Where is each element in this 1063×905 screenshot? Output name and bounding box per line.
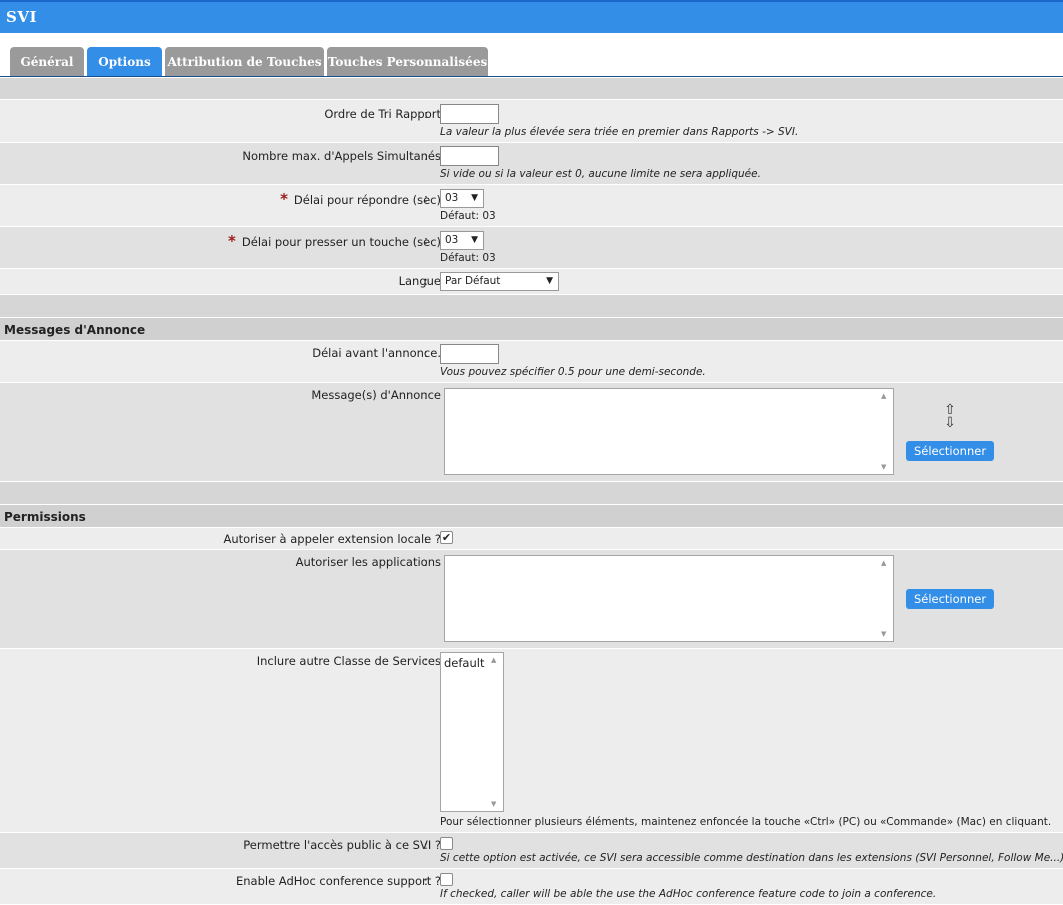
scrollbar[interactable]: ▲ ▼: [878, 556, 893, 641]
class-of-service-listbox[interactable]: default ▲ ▼: [440, 652, 504, 812]
adhoc-label: Enable AdHoc conference support ?: [235, 874, 441, 888]
form-row-announce-delay: Délai avant l'annonce. : Vous pouvez spé…: [0, 341, 1063, 383]
tab-key-assignment[interactable]: Attribution de Touches: [165, 47, 324, 76]
form-row-public-access: Permettre l'accès public à ce SVI ? : Si…: [0, 833, 1063, 869]
select-announcements-button[interactable]: Sélectionner: [906, 441, 994, 461]
language-label: Langue: [398, 274, 441, 288]
colon: :: [424, 233, 428, 247]
form-row-class-of-service: Inclure autre Classe de Services : defau…: [0, 649, 1063, 833]
announce-messages-label: Message(s) d'Annonce: [311, 388, 441, 402]
max-calls-help: Si vide ou si la valeur est 0, aucune li…: [440, 168, 761, 180]
page-title: SVI: [6, 8, 37, 26]
section-spacer: [0, 482, 1063, 505]
answer-delay-select[interactable]: 03 ▼: [440, 189, 484, 208]
tab-bar: Général Options Attribution de Touches T…: [0, 47, 1063, 77]
scroll-up-icon[interactable]: ▲: [491, 656, 496, 664]
scroll-down-icon[interactable]: ▼: [881, 630, 886, 638]
answer-delay-text: Délai pour répondre (sec): [293, 193, 441, 207]
chevron-down-icon: ▼: [471, 235, 478, 245]
chevron-down-icon: ▼: [471, 193, 478, 203]
key-delay-select[interactable]: 03 ▼: [440, 231, 484, 250]
form-row-language: Langue : Par Défaut ▼: [0, 269, 1063, 295]
public-access-checkbox[interactable]: [440, 837, 453, 850]
form-row-max-calls: Nombre max. d'Appels Simultanés : Si vid…: [0, 143, 1063, 185]
chevron-down-icon: ▼: [546, 276, 553, 286]
language-select[interactable]: Par Défaut ▼: [440, 272, 559, 291]
class-of-service-help: Pour sélectionner plusieurs éléments, ma…: [440, 816, 1052, 828]
colon: :: [424, 532, 428, 546]
colon: :: [424, 346, 428, 360]
scroll-down-icon[interactable]: ▼: [491, 800, 496, 808]
language-value: Par Défaut: [445, 275, 501, 287]
adhoc-checkbox[interactable]: [440, 873, 453, 886]
announce-delay-help: Vous pouvez spécifier 0.5 pour une demi-…: [440, 366, 706, 378]
form-row-key-delay: * Délai pour presser un touche (sec) : 03…: [0, 227, 1063, 269]
required-marker: *: [228, 232, 236, 250]
section-header-announcements: Messages d'Annonce: [0, 318, 1063, 341]
required-marker: *: [280, 190, 288, 208]
colon: :: [424, 191, 428, 205]
move-down-icon[interactable]: ⇩: [943, 416, 957, 430]
announce-delay-label: Délai avant l'annonce.: [312, 346, 441, 360]
answer-delay-value: 03: [445, 192, 459, 204]
form-row-applications: Autoriser les applications : ▲ ▼ Sélecti…: [0, 550, 1063, 649]
key-delay-value: 03: [445, 234, 459, 246]
sort-order-help: La valeur la plus élevée sera triée en p…: [440, 126, 799, 138]
adhoc-help: If checked, caller will be able the use …: [440, 888, 937, 900]
tab-general[interactable]: Général: [10, 47, 84, 76]
colon: :: [424, 149, 428, 163]
colon: :: [424, 838, 428, 852]
colon: :: [424, 654, 428, 668]
section-spacer: [0, 295, 1063, 318]
scroll-up-icon[interactable]: ▲: [881, 392, 886, 400]
local-extension-checkbox[interactable]: ✔: [440, 531, 453, 544]
colon: :: [424, 107, 428, 121]
colon: :: [424, 274, 428, 288]
list-option[interactable]: default: [444, 656, 484, 670]
scroll-down-icon[interactable]: ▼: [881, 463, 886, 471]
scrollbar[interactable]: ▲ ▼: [488, 653, 503, 811]
form-row-local-extension: Autoriser à appeler extension locale ? :…: [0, 528, 1063, 550]
section-spacer: [0, 78, 1063, 100]
colon: :: [424, 388, 428, 402]
key-delay-default: Défaut: 03: [440, 252, 496, 264]
colon: :: [424, 874, 428, 888]
announce-messages-list[interactable]: ▲ ▼: [444, 388, 894, 475]
announce-delay-input[interactable]: [440, 344, 499, 364]
public-access-help: Si cette option est activée, ce SVI sera…: [440, 852, 1063, 864]
scrollbar[interactable]: ▲ ▼: [878, 389, 893, 474]
answer-delay-default: Défaut: 03: [440, 210, 496, 222]
section-title: Permissions: [4, 510, 86, 524]
form-row-adhoc: Enable AdHoc conference support ? : If c…: [0, 869, 1063, 905]
reorder-controls: ⇧ ⇩: [943, 403, 957, 430]
form-row-answer-delay: * Délai pour répondre (sec) : 03 ▼ Défaut…: [0, 185, 1063, 227]
public-access-label: Permettre l'accès public à ce SVI ?: [243, 838, 441, 852]
section-header-permissions: Permissions: [0, 505, 1063, 528]
scroll-up-icon[interactable]: ▲: [881, 559, 886, 567]
key-delay-text: Délai pour presser un touche (sec): [241, 235, 441, 249]
colon: :: [424, 555, 428, 569]
max-calls-label: Nombre max. d'Appels Simultanés: [242, 149, 441, 163]
form-row-sort-order: Ordre de Tri Rapport : La valeur la plus…: [0, 100, 1063, 143]
select-applications-button[interactable]: Sélectionner: [906, 589, 994, 609]
form-row-announce-messages: Message(s) d'Annonce : ▲ ▼ ⇧ ⇩ Sélection…: [0, 383, 1063, 482]
section-title: Messages d'Annonce: [4, 323, 146, 337]
title-bar: SVI: [0, 2, 1063, 33]
tab-custom-keys[interactable]: Touches Personnalisées: [327, 47, 488, 76]
sort-order-input[interactable]: [440, 104, 499, 124]
answer-delay-label: * Délai pour répondre (sec): [280, 190, 441, 208]
class-of-service-label: Inclure autre Classe de Services: [256, 654, 441, 668]
tab-options[interactable]: Options: [87, 47, 162, 76]
local-extension-label: Autoriser à appeler extension locale ?: [223, 532, 441, 546]
applications-label: Autoriser les applications: [295, 555, 441, 569]
applications-list[interactable]: ▲ ▼: [444, 555, 894, 642]
key-delay-label: * Délai pour presser un touche (sec): [228, 232, 441, 250]
max-calls-input[interactable]: [440, 146, 499, 166]
